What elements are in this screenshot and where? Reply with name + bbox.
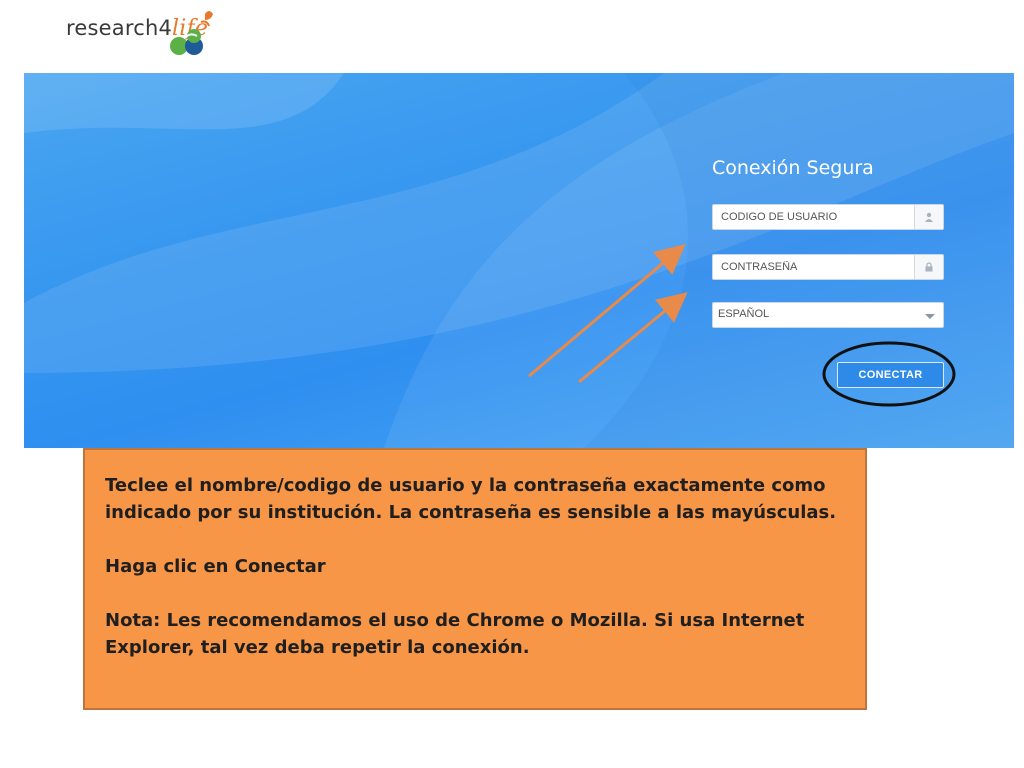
chevron-down-icon bbox=[925, 314, 935, 319]
instruction-text-3: Nota: Les recomendamos el uso de Chrome … bbox=[105, 610, 805, 658]
language-select-value: ESPAÑOL bbox=[718, 308, 770, 320]
username-field[interactable] bbox=[712, 204, 944, 230]
login-title: Conexión Segura bbox=[712, 157, 874, 179]
password-field[interactable] bbox=[712, 254, 944, 280]
connect-button[interactable]: CONECTAR bbox=[837, 362, 944, 388]
instruction-text-1: Teclee el nombre/codigo de usuario y la … bbox=[105, 475, 837, 523]
language-select[interactable]: ESPAÑOL bbox=[712, 302, 944, 328]
user-icon bbox=[914, 205, 943, 229]
login-panel: Conexión Segura ESPAÑOL CONECTAR bbox=[24, 73, 1014, 448]
logo-emblem-icon bbox=[170, 11, 213, 55]
password-input[interactable] bbox=[713, 255, 915, 279]
lock-icon bbox=[914, 255, 943, 279]
instruction-box: Teclee el nombre/codigo de usuario y la … bbox=[83, 448, 867, 710]
instruction-text-2: Haga clic en Conectar bbox=[105, 556, 326, 577]
research4life-logo: research4life bbox=[66, 8, 226, 64]
username-input[interactable] bbox=[713, 205, 915, 229]
logo-text-research: research bbox=[66, 16, 159, 40]
